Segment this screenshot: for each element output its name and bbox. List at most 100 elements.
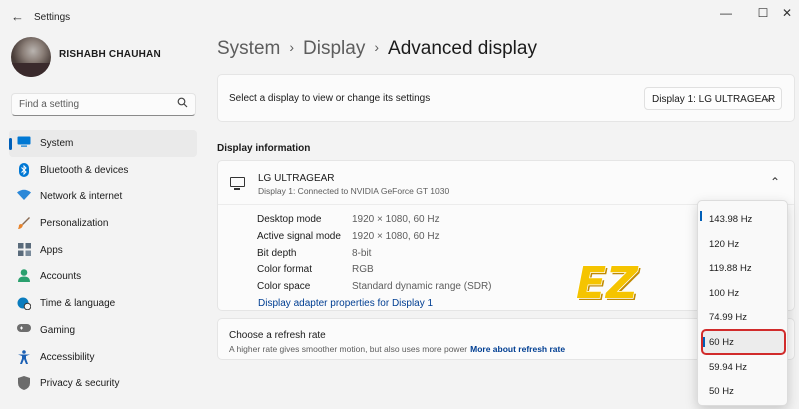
refresh-option-label: 74.99 Hz — [709, 312, 748, 323]
page-title: Advanced display — [388, 38, 537, 59]
shield-icon — [17, 376, 31, 391]
refresh-rate-title: Choose a refresh rate — [229, 330, 326, 341]
sidebar-item-label: Gaming — [40, 324, 76, 336]
sidebar-item-gaming[interactable]: Gaming — [9, 317, 197, 344]
refresh-option-selected[interactable]: 60 Hz — [701, 329, 786, 355]
sidebar-item-label: Network & internet — [40, 191, 123, 203]
user-name: RISHABH CHAUHAN — [59, 49, 161, 60]
breadcrumb: System › Display › Advanced display — [217, 38, 537, 60]
info-row: Desktop mode 1920 × 1080, 60 Hz — [257, 212, 577, 229]
sidebar-item-label: Bluetooth & devices — [40, 164, 129, 176]
info-value: Standard dynamic range (SDR) — [352, 281, 492, 293]
select-display-card: Select a display to view or change its s… — [217, 74, 795, 122]
chevron-up-icon[interactable]: ⌃ — [770, 175, 780, 189]
refresh-option-label: 50 Hz — [709, 386, 734, 397]
back-arrow-icon[interactable]: ← — [11, 9, 24, 24]
search-input[interactable]: Find a setting — [11, 93, 196, 116]
info-row: Bit depth 8-bit — [257, 246, 577, 263]
sidebar-item-label: Accessibility — [40, 351, 95, 363]
info-value: 8-bit — [352, 247, 372, 259]
refresh-rate-description: A higher rate gives smoother motion, but… — [229, 344, 565, 354]
refresh-option[interactable]: 50 Hz — [703, 380, 784, 402]
ez-watermark-logo: EZ EZ — [575, 257, 641, 306]
sidebar-item-system[interactable]: System — [9, 130, 197, 157]
brush-icon — [17, 216, 31, 230]
refresh-rate-dropdown-list: 143.98 Hz 120 Hz 119.88 Hz 100 Hz 74.99 … — [697, 200, 788, 406]
search-icon[interactable] — [177, 97, 188, 111]
info-key: Color space — [257, 281, 311, 293]
svg-text:EZ: EZ — [576, 258, 639, 306]
apps-icon — [17, 242, 31, 257]
refresh-rate-description-text: A higher rate gives smoother motion, but… — [229, 344, 468, 354]
refresh-option[interactable]: 74.99 Hz — [703, 306, 784, 328]
sidebar-item-label: Privacy & security — [40, 378, 120, 390]
sidebar-item-personalization[interactable]: Personalization — [9, 210, 197, 237]
wifi-icon — [17, 189, 31, 203]
info-key: Bit depth — [257, 247, 297, 259]
refresh-option[interactable]: 143.98 Hz — [703, 208, 784, 230]
section-title: Display information — [217, 143, 311, 154]
sidebar-item-label: Time & language — [40, 298, 116, 310]
breadcrumb-system[interactable]: System — [217, 38, 280, 59]
sidebar-item-time-language[interactable]: Time & language — [9, 290, 197, 317]
info-value: 1920 × 1080, 60 Hz — [352, 230, 440, 242]
info-value: RGB — [352, 264, 374, 276]
display-info-rows: Desktop mode 1920 × 1080, 60 Hz Active si… — [257, 212, 577, 296]
sidebar-item-privacy[interactable]: Privacy & security — [9, 370, 197, 397]
sidebar-item-bluetooth[interactable]: Bluetooth & devices — [9, 157, 197, 184]
scroll-indicator — [700, 211, 702, 221]
sidebar-item-label: Apps — [40, 244, 63, 256]
refresh-option-label: 59.94 Hz — [709, 361, 748, 373]
sidebar-item-network[interactable]: Network & internet — [9, 183, 197, 210]
sidebar-item-label: System — [40, 138, 74, 149]
info-row: Color format RGB — [257, 262, 577, 279]
refresh-option-label: 119.88 Hz — [709, 263, 752, 274]
display-info-header[interactable]: LG ULTRAGEAR Display 1: Connected to NVI… — [218, 161, 794, 205]
info-row: Color space Standard dynamic range (SDR) — [257, 279, 577, 296]
info-row: Active signal mode 1920 × 1080, 60 Hz — [257, 229, 577, 246]
minimize-button[interactable]: — — [715, 5, 737, 21]
select-display-text: Select a display to view or change its s… — [229, 93, 431, 104]
refresh-option[interactable]: 119.88 Hz — [703, 257, 784, 279]
refresh-option-label: 143.98 Hz — [709, 214, 753, 225]
monitor-name: LG ULTRAGEAR — [258, 173, 335, 184]
search-placeholder: Find a setting — [19, 99, 80, 110]
close-button[interactable]: ✕ — [776, 5, 798, 21]
system-display-icon — [17, 136, 31, 150]
monitor-subtitle: Display 1: Connected to NVIDIA GeForce G… — [258, 186, 450, 196]
chevron-down-icon: ⌄ — [764, 93, 773, 104]
refresh-option[interactable]: 100 Hz — [703, 282, 784, 304]
display-select-dropdown[interactable]: Display 1: LG ULTRAGEAR ⌄ — [644, 87, 782, 110]
sidebar-item-accessibility[interactable]: Accessibility — [9, 344, 197, 371]
maximize-button[interactable]: ☐ — [752, 5, 774, 21]
breadcrumb-display[interactable]: Display — [303, 38, 365, 59]
sidebar-item-label: Accounts — [40, 271, 82, 283]
gamepad-icon — [17, 323, 31, 337]
sidebar-item-accounts[interactable]: Accounts — [9, 263, 197, 290]
refresh-option-label: 120 Hz — [709, 238, 740, 250]
display-select-value: Display 1: LG ULTRAGEAR — [652, 94, 776, 105]
bluetooth-icon — [17, 162, 31, 177]
breadcrumb-separator: › — [374, 39, 380, 55]
sidebar-item-apps[interactable]: Apps — [9, 237, 197, 264]
globe-clock-icon — [17, 296, 32, 311]
info-key: Color format — [257, 264, 313, 276]
title-bar: ← Settings — ☐ ✕ — [0, 0, 799, 32]
window-title: Settings — [34, 12, 71, 23]
monitor-icon — [230, 177, 245, 190]
accessibility-icon — [17, 349, 31, 364]
breadcrumb-separator: › — [289, 39, 295, 55]
display-adapter-properties-link[interactable]: Display adapter properties for Display 1 — [258, 298, 433, 309]
info-value: 1920 × 1080, 60 Hz — [352, 214, 440, 225]
refresh-option-label: 60 Hz — [709, 337, 734, 348]
avatar[interactable] — [11, 37, 51, 77]
info-key: Active signal mode — [257, 230, 341, 242]
person-icon — [17, 269, 31, 283]
refresh-option[interactable]: 120 Hz — [703, 233, 784, 255]
refresh-option-label: 100 Hz — [709, 287, 740, 299]
refresh-option[interactable]: 59.94 Hz — [703, 356, 784, 378]
more-about-refresh-rate-link[interactable]: More about refresh rate — [470, 344, 565, 354]
sidebar-nav: System Bluetooth & devices Network & int… — [9, 130, 197, 397]
sidebar-item-label: Personalization — [40, 218, 109, 230]
info-key: Desktop mode — [257, 214, 322, 225]
